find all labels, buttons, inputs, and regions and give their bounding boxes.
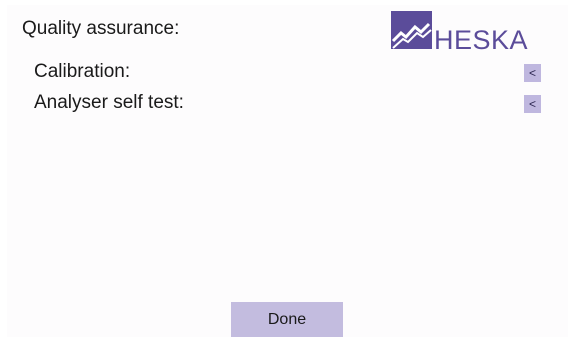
- logo-wordmark: HESKA: [434, 25, 529, 55]
- mountain-logo-icon: [391, 11, 432, 49]
- heska-logo: HESKA: [391, 11, 551, 55]
- done-button[interactable]: Done: [231, 302, 343, 337]
- calibration-expand-button[interactable]: <: [524, 64, 541, 82]
- analyser-self-test-label: Analyser self test:: [34, 92, 184, 113]
- calibration-label: Calibration:: [34, 61, 131, 82]
- quality-assurance-screen: Quality assurance: HESKA Calibration: < …: [7, 5, 568, 337]
- page-title: Quality assurance:: [22, 18, 180, 39]
- analyser-self-test-expand-button[interactable]: <: [524, 95, 541, 113]
